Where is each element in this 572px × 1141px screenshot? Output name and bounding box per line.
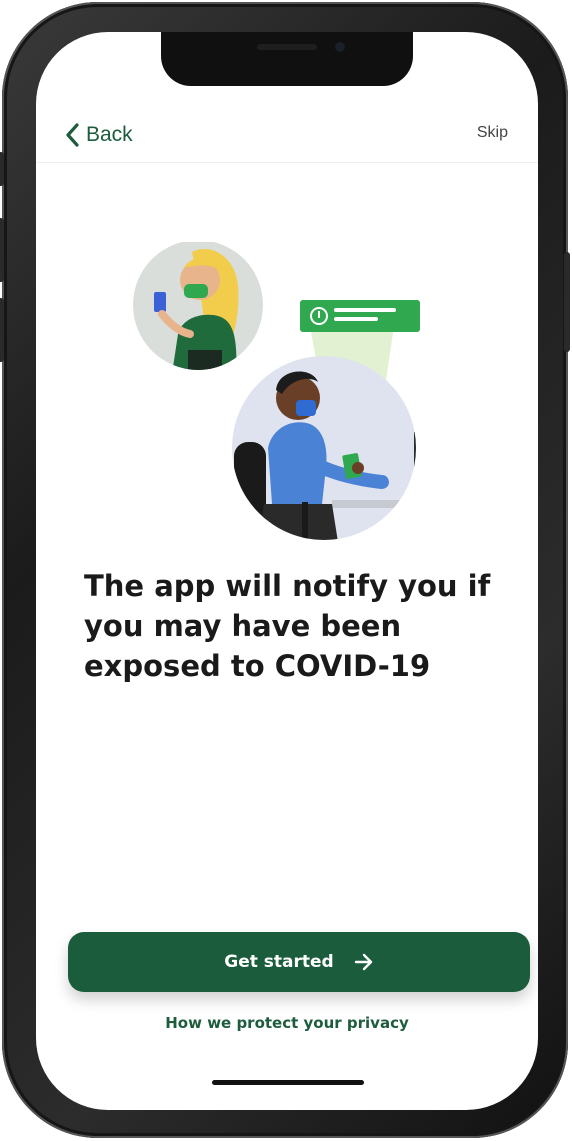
phone-frame: Back Skip The app will notify you if you…	[0, 2, 570, 1138]
woman-with-phone-figure	[133, 242, 263, 370]
navigation-bar: Back Skip	[36, 110, 538, 163]
app-screen: Back Skip The app will notify you if you…	[36, 32, 538, 1110]
page-title: The app will notify you if you may have …	[84, 569, 491, 683]
chevron-left-icon	[66, 123, 79, 147]
earpiece-speaker	[257, 44, 317, 50]
volume-down-button	[0, 298, 4, 362]
power-button	[564, 252, 570, 352]
get-started-label: Get started	[224, 952, 334, 972]
exposure-notification-illustration	[133, 242, 420, 540]
back-label: Back	[86, 123, 133, 146]
notch	[161, 32, 413, 86]
man-at-desk-figure	[232, 356, 416, 540]
mute-switch	[0, 152, 4, 186]
get-started-button[interactable]: Get started	[68, 932, 530, 992]
back-button[interactable]: Back	[64, 120, 133, 150]
arrow-right-icon	[354, 953, 372, 971]
home-indicator[interactable]	[212, 1080, 364, 1085]
skip-button[interactable]: Skip	[477, 124, 508, 142]
front-camera	[335, 42, 345, 52]
privacy-link[interactable]: How we protect your privacy	[36, 1014, 538, 1032]
volume-up-button	[0, 218, 4, 282]
